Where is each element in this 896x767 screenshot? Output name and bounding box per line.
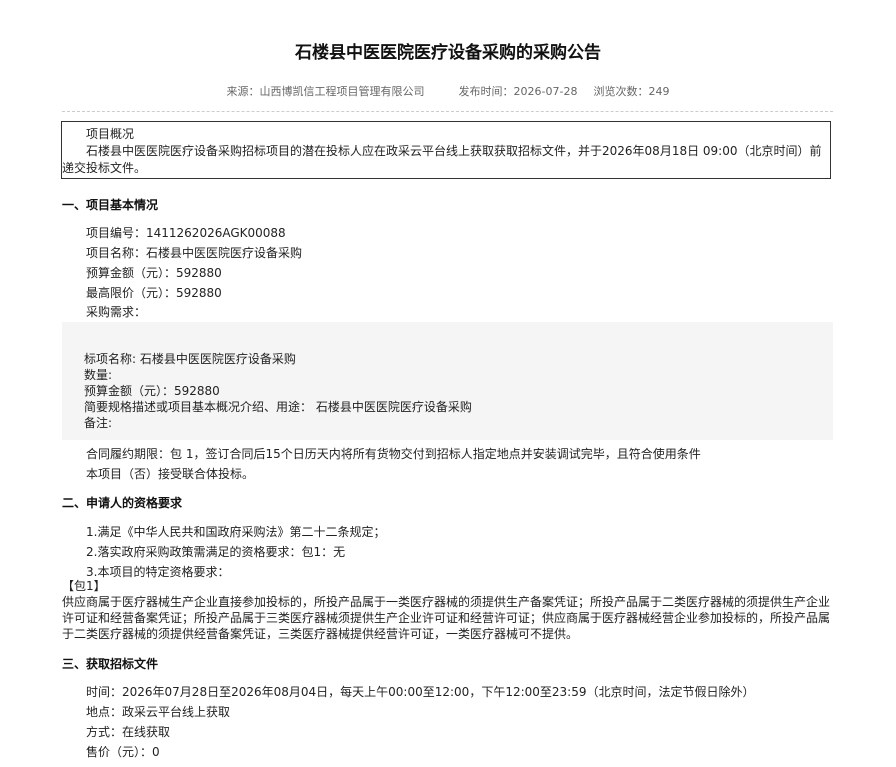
source-text: 来源：山西博凯信工程项目管理有限公司 bbox=[226, 85, 425, 98]
requirement-1: 1.满足《中华人民共和国政府采购法》第二十二条规定； bbox=[86, 525, 386, 539]
overview-text: 石楼县中医医院医疗设备采购招标项目的潜在投标人应在政采云平台线上获取获取招标文件… bbox=[62, 144, 822, 175]
consortium-info: 本项目（否）接受联合体投标。 bbox=[86, 467, 255, 481]
lot-details-box: 标项名称: 石楼县中医医院医疗设备采购 数量: 预算金额（元）：592880 简… bbox=[62, 322, 833, 440]
demand-label: 采购需求： bbox=[86, 305, 147, 319]
section-heading-obtain-documents: 三、获取招标文件 bbox=[62, 657, 159, 671]
lot-name: 标项名称: 石楼县中医医院医疗设备采购 bbox=[84, 352, 296, 366]
lot-quantity: 数量: bbox=[84, 368, 113, 382]
lot-description: 简要规格描述或项目基本概况介绍、用途： 石楼县中医医院医疗设备采购 bbox=[84, 400, 472, 414]
overview-title: 项目概况 bbox=[86, 127, 135, 141]
announcement-page: 石楼县中医医院医疗设备采购的采购公告 来源：山西博凯信工程项目管理有限公司 发布时… bbox=[0, 0, 896, 767]
section-heading-basic-info: 一、项目基本情况 bbox=[62, 198, 159, 212]
view-count: 浏览次数：249 bbox=[593, 85, 670, 98]
requirement-2: 2.落实政府采购政策需满足的资格要求：包1：无 bbox=[86, 545, 346, 559]
lot-budget: 预算金额（元）：592880 bbox=[84, 384, 220, 398]
obtain-time: 时间：2026年07月28日至2026年08月04日，每天上午00:00至12:… bbox=[86, 685, 755, 699]
section-heading-qualification: 二、申请人的资格要求 bbox=[62, 496, 183, 510]
budget-amount: 预算金额（元）：592880 bbox=[86, 266, 222, 280]
obtain-place: 地点：政采云平台线上获取 bbox=[86, 705, 231, 719]
meta-info: 来源：山西博凯信工程项目管理有限公司 发布时间：2026-07-28 浏览次数：24… bbox=[0, 83, 896, 99]
overview-box: 项目概况 石楼县中医医院医疗设备采购招标项目的潜在投标人应在政采云平台线上获取获… bbox=[61, 121, 831, 179]
obtain-method: 方式：在线获取 bbox=[86, 725, 171, 739]
project-name: 项目名称：石楼县中医医院医疗设备采购 bbox=[86, 246, 303, 260]
max-price: 最高限价（元）：592880 bbox=[86, 286, 222, 300]
publish-time: 发布时间：2026-07-28 bbox=[458, 85, 578, 98]
package-label: 【包1】 bbox=[62, 579, 106, 593]
contract-period: 合同履约期限：包 1，签订合同后15个日历天内将所有货物交付到招标人指定地点并安… bbox=[86, 447, 701, 461]
page-title: 石楼县中医医院医疗设备采购的采购公告 bbox=[295, 43, 601, 63]
package-requirements: 供应商属于医疗器械生产企业直接参加投标的，所投产品属于一类医疗器械的须提供生产备… bbox=[62, 595, 831, 641]
project-number: 项目编号：1411262026AGK00088 bbox=[86, 226, 286, 240]
obtain-price: 售价（元）：0 bbox=[86, 745, 160, 759]
divider bbox=[62, 111, 833, 112]
lot-remark: 备注: bbox=[84, 416, 113, 430]
